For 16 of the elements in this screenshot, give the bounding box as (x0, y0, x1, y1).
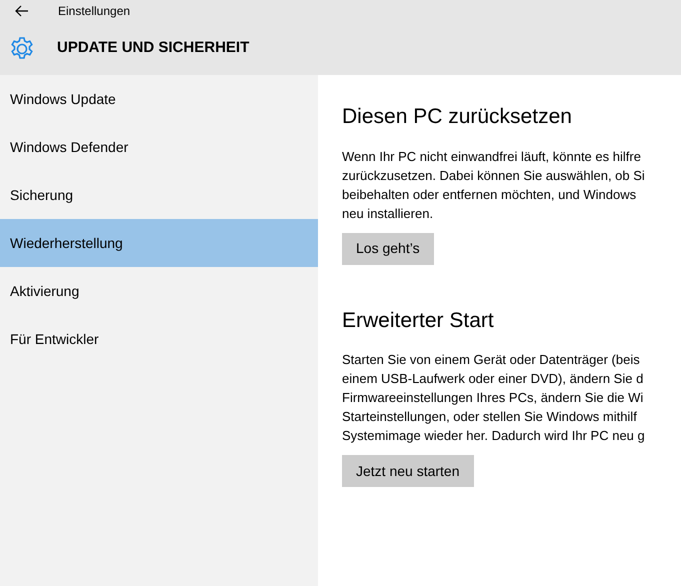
page-heading: UPDATE UND SICHERHEIT (57, 38, 250, 58)
action-button[interactable]: Los geht’s (342, 232, 434, 264)
sidebar-item[interactable]: Wiederherstellung (0, 219, 318, 267)
sidebar-item[interactable]: Aktivierung (0, 267, 318, 315)
window-title: Einstellungen (58, 3, 130, 20)
action-button[interactable]: Jetzt neu starten (342, 455, 474, 487)
sidebar-item[interactable]: Für Entwickler (0, 315, 318, 363)
sidebar-item[interactable]: Sicherung (0, 171, 318, 219)
back-arrow-icon (15, 5, 29, 17)
description-text: Wenn Ihr PC nicht einwandfrei läuft, könnte es hilfre zurückzusetzen. Dabei können Sie auswählen, ob Si beibehalten oder entfernen möchten, und Windows neu installieren. (342, 148, 645, 222)
settings-icon (9, 36, 35, 62)
section-heading: Diesen PC zurücksetzen (342, 104, 572, 130)
sidebar-item[interactable]: Windows Update (0, 75, 318, 123)
description-text: Starten Sie von einem Gerät oder Datenträger (beis einem USB-Laufwerk oder einer DVD), ändern Sie d Firmwareeinstellungen Ihres PCs, ändern Sie die Wi Starteinstellungen, oder stellen Sie Windows mithilf Systemimage wieder her. Dadurch wird Ihr PC neu g (342, 351, 645, 445)
section-heading: Erweiterter Start (342, 308, 494, 334)
sidebar-item[interactable]: Windows Defender (0, 123, 318, 171)
